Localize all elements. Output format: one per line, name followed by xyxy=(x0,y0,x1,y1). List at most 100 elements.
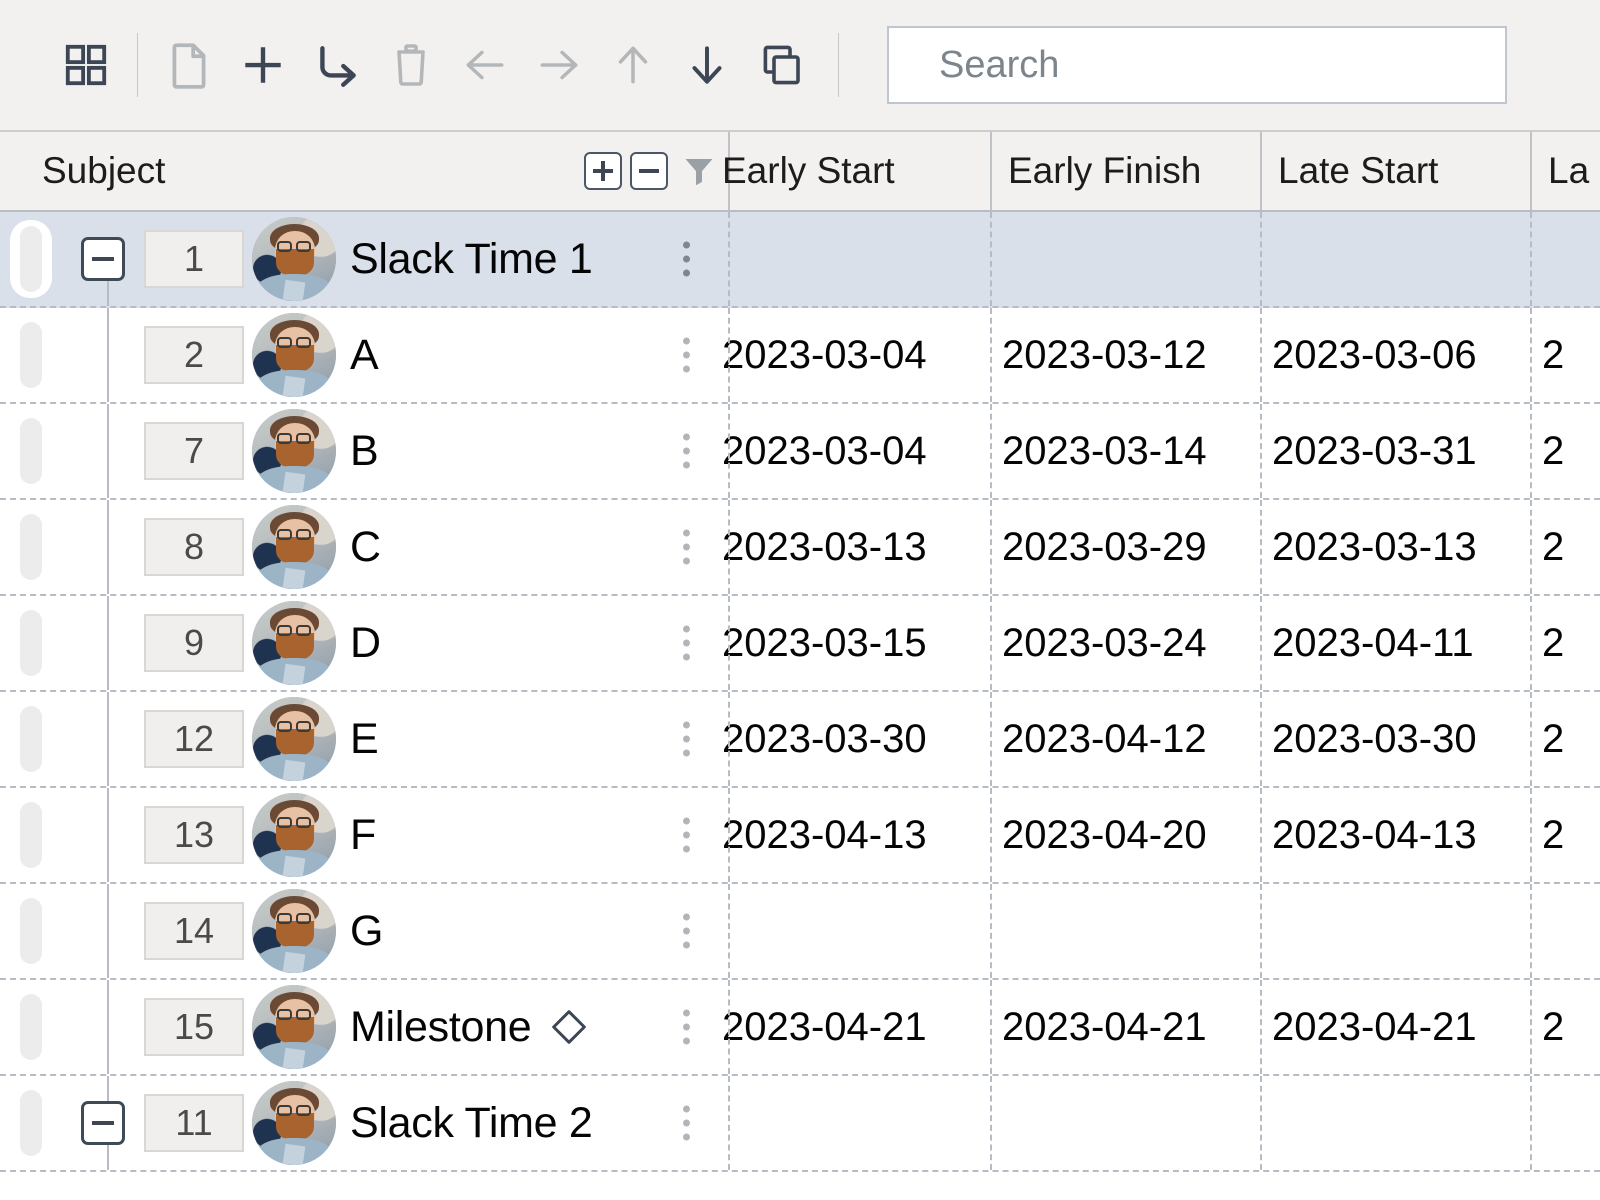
cell-late-finish[interactable] xyxy=(1532,884,1600,978)
trash-icon[interactable] xyxy=(380,34,442,96)
cell-early-finish[interactable]: 2023-03-12 xyxy=(992,308,1262,402)
column-header-early-finish[interactable]: Early Finish xyxy=(992,132,1262,210)
row-menu-button[interactable] xyxy=(683,242,690,277)
table-row[interactable]: 15Milestone2023-04-212023-04-212023-04-2… xyxy=(0,980,1600,1076)
cell-late-finish[interactable]: 2 xyxy=(1532,404,1600,498)
row-menu-button[interactable] xyxy=(683,626,690,661)
cell-late-start[interactable]: 2023-03-31 xyxy=(1262,404,1532,498)
cell-early-start[interactable] xyxy=(722,884,992,978)
table-row[interactable]: 7B2023-03-042023-03-142023-03-312 xyxy=(0,404,1600,500)
row-menu-button[interactable] xyxy=(683,914,690,949)
collapse-toggle-button[interactable] xyxy=(81,1101,125,1145)
cell-subject[interactable]: 11Slack Time 2 xyxy=(0,1076,730,1170)
row-drag-handle[interactable] xyxy=(0,788,62,882)
cell-late-finish[interactable] xyxy=(1532,212,1600,306)
row-drag-handle[interactable] xyxy=(0,500,62,594)
cell-late-start[interactable]: 2023-03-13 xyxy=(1262,500,1532,594)
row-drag-handle[interactable] xyxy=(0,404,62,498)
row-drag-handle[interactable] xyxy=(0,1076,62,1170)
expand-all-button[interactable] xyxy=(584,152,622,190)
table-row[interactable]: 8C2023-03-132023-03-292023-03-132 xyxy=(0,500,1600,596)
cell-early-finish[interactable]: 2023-03-14 xyxy=(992,404,1262,498)
new-document-icon[interactable] xyxy=(158,34,220,96)
collapse-toggle-button[interactable] xyxy=(81,237,125,281)
cell-early-finish[interactable]: 2023-03-29 xyxy=(992,500,1262,594)
row-menu-button[interactable] xyxy=(683,1106,690,1141)
cell-late-finish[interactable]: 2 xyxy=(1532,980,1600,1074)
cell-late-start[interactable] xyxy=(1262,212,1532,306)
arrow-down-icon[interactable] xyxy=(676,34,738,96)
cell-early-start[interactable]: 2023-03-13 xyxy=(722,500,992,594)
cell-late-start[interactable]: 2023-04-21 xyxy=(1262,980,1532,1074)
copy-icon[interactable] xyxy=(750,34,812,96)
cell-late-start[interactable]: 2023-03-06 xyxy=(1262,308,1532,402)
table-row[interactable]: 2A2023-03-042023-03-122023-03-062 xyxy=(0,308,1600,404)
row-drag-handle[interactable] xyxy=(0,308,62,402)
grid-view-icon[interactable] xyxy=(55,34,117,96)
cell-late-start[interactable]: 2023-04-13 xyxy=(1262,788,1532,882)
cell-early-finish[interactable]: 2023-04-21 xyxy=(992,980,1262,1074)
search-field[interactable] xyxy=(887,26,1507,104)
column-header-late-finish[interactable]: La xyxy=(1532,132,1600,210)
cell-late-finish[interactable]: 2 xyxy=(1532,788,1600,882)
table-row[interactable]: 12E2023-03-302023-04-122023-03-302 xyxy=(0,692,1600,788)
cell-subject[interactable]: 14G xyxy=(0,884,730,978)
cell-early-finish[interactable]: 2023-04-12 xyxy=(992,692,1262,786)
indent-arrow-icon[interactable] xyxy=(306,34,368,96)
row-menu-button[interactable] xyxy=(683,722,690,757)
cell-subject[interactable]: 8C xyxy=(0,500,730,594)
cell-early-start[interactable]: 2023-04-21 xyxy=(722,980,992,1074)
cell-early-start[interactable]: 2023-03-15 xyxy=(722,596,992,690)
row-menu-button[interactable] xyxy=(683,818,690,853)
cell-early-finish[interactable] xyxy=(992,884,1262,978)
row-menu-button[interactable] xyxy=(683,1010,690,1045)
cell-late-finish[interactable]: 2 xyxy=(1532,500,1600,594)
cell-late-finish[interactable] xyxy=(1532,1076,1600,1170)
cell-subject[interactable]: 13F xyxy=(0,788,730,882)
row-menu-button[interactable] xyxy=(683,338,690,373)
row-drag-handle[interactable] xyxy=(0,884,62,978)
cell-early-start[interactable]: 2023-03-04 xyxy=(722,404,992,498)
row-menu-button[interactable] xyxy=(683,434,690,469)
table-row[interactable]: 11Slack Time 2 xyxy=(0,1076,1600,1172)
cell-early-finish[interactable] xyxy=(992,1076,1262,1170)
cell-early-start[interactable]: 2023-03-30 xyxy=(722,692,992,786)
cell-subject[interactable]: 15Milestone xyxy=(0,980,730,1074)
table-row[interactable]: 13F2023-04-132023-04-202023-04-132 xyxy=(0,788,1600,884)
cell-subject[interactable]: 9D xyxy=(0,596,730,690)
table-row[interactable]: 9D2023-03-152023-03-242023-04-112 xyxy=(0,596,1600,692)
row-drag-handle[interactable] xyxy=(0,980,62,1074)
cell-early-finish[interactable] xyxy=(992,212,1262,306)
plus-icon[interactable] xyxy=(232,34,294,96)
cell-late-finish[interactable]: 2 xyxy=(1532,596,1600,690)
row-drag-handle[interactable] xyxy=(0,596,62,690)
cell-subject[interactable]: 12E xyxy=(0,692,730,786)
filter-icon[interactable] xyxy=(682,154,716,188)
table-row[interactable]: 1Slack Time 1 xyxy=(0,212,1600,308)
cell-early-start[interactable] xyxy=(722,212,992,306)
row-menu-button[interactable] xyxy=(683,530,690,565)
cell-early-finish[interactable]: 2023-04-20 xyxy=(992,788,1262,882)
row-drag-handle[interactable] xyxy=(0,212,62,306)
cell-early-start[interactable]: 2023-04-13 xyxy=(722,788,992,882)
column-header-early-start[interactable]: Early Start xyxy=(722,132,992,210)
arrow-up-icon[interactable] xyxy=(602,34,664,96)
row-drag-handle[interactable] xyxy=(0,692,62,786)
cell-early-finish[interactable]: 2023-03-24 xyxy=(992,596,1262,690)
cell-late-start[interactable]: 2023-03-30 xyxy=(1262,692,1532,786)
cell-early-start[interactable]: 2023-03-04 xyxy=(722,308,992,402)
column-header-subject[interactable]: Subject xyxy=(0,132,730,210)
cell-early-start[interactable] xyxy=(722,1076,992,1170)
arrow-left-icon[interactable] xyxy=(454,34,516,96)
cell-late-finish[interactable]: 2 xyxy=(1532,692,1600,786)
cell-subject[interactable]: 2A xyxy=(0,308,730,402)
cell-late-start[interactable]: 2023-04-11 xyxy=(1262,596,1532,690)
cell-late-start[interactable] xyxy=(1262,884,1532,978)
cell-late-start[interactable] xyxy=(1262,1076,1532,1170)
cell-late-finish[interactable]: 2 xyxy=(1532,308,1600,402)
table-row[interactable]: 14G xyxy=(0,884,1600,980)
arrow-right-icon[interactable] xyxy=(528,34,590,96)
search-input[interactable] xyxy=(939,44,1505,87)
cell-subject[interactable]: 7B xyxy=(0,404,730,498)
collapse-all-button[interactable] xyxy=(630,152,668,190)
